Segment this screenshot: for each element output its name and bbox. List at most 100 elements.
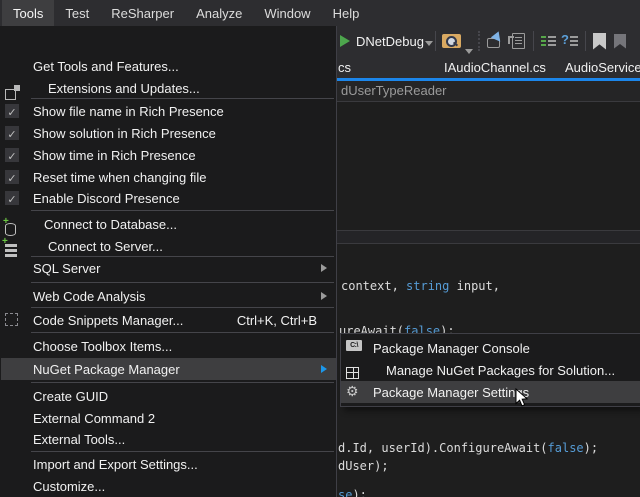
document-tab-partial[interactable]: cs bbox=[338, 60, 351, 75]
menu-item-label: Extensions and Updates... bbox=[48, 81, 200, 96]
menu-item-label: Manage NuGet Packages for Solution... bbox=[386, 363, 615, 378]
menubar-item-tools[interactable]: Tools bbox=[2, 0, 54, 26]
submenu-item-package-manager-settings[interactable]: ⚙ Package Manager Settings bbox=[341, 381, 640, 403]
checkmark-icon bbox=[5, 126, 19, 140]
find-in-files-button[interactable] bbox=[442, 25, 461, 57]
visual-studio-window: context, string input, ureAwait(false); … bbox=[0, 0, 640, 497]
menu-item-label: Enable Discord Presence bbox=[33, 191, 180, 206]
menu-item-connect-to-database[interactable]: Connect to Database... bbox=[1, 213, 336, 235]
standard-toolbar: DNetDebug bbox=[337, 25, 640, 57]
menu-item-show-solution[interactable]: Show solution in Rich Presence bbox=[1, 122, 336, 144]
menu-item-extensions-and-updates[interactable]: Extensions and Updates... bbox=[1, 77, 336, 99]
menu-item-label: Customize... bbox=[33, 479, 105, 494]
code-line: dUser); bbox=[338, 458, 389, 474]
bookmark-icon bbox=[593, 33, 606, 50]
code-editor[interactable]: context, string input, ureAwait(false); … bbox=[337, 101, 640, 497]
menu-item-create-guid[interactable]: Create GUID bbox=[1, 385, 336, 407]
menu-item-reset-time[interactable]: Reset time when changing file bbox=[1, 166, 336, 188]
menu-item-label: External Command 2 bbox=[33, 411, 155, 426]
chevron-down-icon bbox=[425, 41, 433, 46]
menu-item-label: SQL Server bbox=[33, 261, 100, 276]
menu-separator bbox=[31, 210, 334, 211]
uncomment-lines-button[interactable] bbox=[561, 25, 578, 57]
submenu-item-manage-nuget-packages[interactable]: Manage NuGet Packages for Solution... bbox=[341, 359, 640, 381]
checkmark-icon bbox=[5, 170, 19, 184]
menubar-item-resharper[interactable]: ReSharper bbox=[100, 0, 185, 26]
editor-breadcrumb-bar[interactable]: dUserTypeReader bbox=[337, 81, 640, 101]
toolbar-separator bbox=[533, 31, 534, 51]
menu-item-label: Choose Toolbox Items... bbox=[33, 339, 172, 354]
document-tab-iaudiochannel[interactable]: IAudioChannel.cs bbox=[444, 60, 546, 75]
menu-item-customize[interactable]: Customize... bbox=[1, 475, 336, 497]
menu-item-code-snippets-manager[interactable]: Code Snippets Manager... Ctrl+K, Ctrl+B bbox=[1, 309, 336, 331]
menu-item-nuget-package-manager[interactable]: NuGet Package Manager bbox=[1, 358, 336, 380]
menu-item-show-time[interactable]: Show time in Rich Presence bbox=[1, 144, 336, 166]
code-line: se); bbox=[338, 487, 367, 497]
package-icon bbox=[346, 367, 359, 379]
menu-item-external-command-2[interactable]: External Command 2 bbox=[1, 407, 336, 429]
menu-item-import-export-settings[interactable]: Import and Export Settings... bbox=[1, 453, 336, 475]
select-element-button[interactable] bbox=[487, 25, 505, 57]
menu-item-label: Get Tools and Features... bbox=[33, 59, 179, 74]
mouse-cursor bbox=[515, 388, 529, 411]
chevron-right-icon bbox=[321, 365, 327, 373]
menubar-item-help[interactable]: Help bbox=[322, 0, 371, 26]
breadcrumb-text: dUserTypeReader bbox=[341, 83, 447, 98]
menu-separator bbox=[31, 282, 334, 283]
tools-menu-popup: Get Tools and Features... Extensions and… bbox=[0, 26, 337, 497]
document-edit-icon bbox=[512, 33, 525, 49]
menu-separator bbox=[31, 98, 334, 99]
menu-item-label: Create GUID bbox=[33, 389, 108, 404]
gear-icon: ⚙ bbox=[346, 384, 361, 399]
menu-item-enable-discord-presence[interactable]: Enable Discord Presence bbox=[1, 187, 336, 209]
previous-bookmark-icon bbox=[614, 34, 626, 49]
menu-item-label: Package Manager Settings bbox=[373, 385, 529, 400]
menu-item-label: Connect to Database... bbox=[44, 217, 177, 232]
debug-target-dropdown[interactable] bbox=[425, 25, 433, 57]
find-in-files-icon bbox=[442, 34, 461, 48]
snippets-icon bbox=[5, 313, 18, 326]
toolbar-separator bbox=[435, 31, 436, 51]
checkmark-icon bbox=[5, 104, 19, 118]
play-icon bbox=[340, 35, 350, 47]
menu-separator bbox=[31, 382, 334, 383]
console-icon: C:\ bbox=[346, 340, 362, 351]
checkmark-icon bbox=[5, 148, 19, 162]
menubar-item-analyze[interactable]: Analyze bbox=[185, 0, 253, 26]
code-line: d.Id, userId).ConfigureAwait(false); bbox=[338, 440, 598, 456]
menu-separator bbox=[31, 451, 334, 452]
comment-lines-button[interactable] bbox=[541, 25, 556, 57]
previous-bookmark-button[interactable] bbox=[614, 25, 626, 57]
database-icon bbox=[5, 223, 16, 236]
menu-item-label: Package Manager Console bbox=[373, 341, 530, 356]
menu-shortcut: Ctrl+K, Ctrl+B bbox=[237, 313, 317, 328]
menu-item-show-file-name[interactable]: Show file name in Rich Presence bbox=[1, 100, 336, 122]
edit-document-button[interactable] bbox=[512, 25, 525, 57]
start-debug-button[interactable] bbox=[340, 25, 350, 57]
menubar-item-test[interactable]: Test bbox=[54, 0, 100, 26]
chevron-right-icon bbox=[321, 292, 327, 300]
document-tab-well: cs IAudioChannel.cs AudioService.cs bbox=[337, 57, 640, 78]
document-tab-audioservice[interactable]: AudioService.cs bbox=[565, 60, 640, 75]
menu-item-web-code-analysis[interactable]: Web Code Analysis bbox=[1, 285, 336, 307]
nuget-submenu-popup: C:\ Package Manager Console Manage NuGet … bbox=[340, 333, 640, 407]
menu-bar: Tools Test ReSharper Analyze Window Help bbox=[0, 0, 640, 26]
debug-target-label[interactable]: DNetDebug bbox=[356, 25, 424, 57]
menu-item-label: External Tools... bbox=[33, 432, 125, 447]
chevron-down-icon bbox=[465, 49, 473, 54]
menu-item-sql-server[interactable]: SQL Server bbox=[1, 257, 336, 279]
toolbar-drag-handle[interactable] bbox=[478, 31, 480, 51]
menu-item-external-tools[interactable]: External Tools... bbox=[1, 428, 336, 450]
submenu-item-package-manager-console[interactable]: C:\ Package Manager Console bbox=[341, 337, 640, 359]
menu-item-label: Reset time when changing file bbox=[33, 170, 206, 185]
code-line: context, string input, bbox=[341, 278, 500, 294]
menu-item-get-tools-and-features[interactable]: Get Tools and Features... bbox=[1, 55, 336, 77]
menubar-item-window[interactable]: Window bbox=[253, 0, 321, 26]
menu-item-choose-toolbox-items[interactable]: Choose Toolbox Items... bbox=[1, 335, 336, 357]
menu-item-label: Connect to Server... bbox=[48, 239, 163, 254]
toggle-bookmark-button[interactable] bbox=[593, 25, 606, 57]
menu-item-label: Code Snippets Manager... bbox=[33, 313, 183, 328]
menu-item-label: Show solution in Rich Presence bbox=[33, 126, 216, 141]
menu-item-label: Show file name in Rich Presence bbox=[33, 104, 224, 119]
menu-item-connect-to-server[interactable]: Connect to Server... bbox=[1, 235, 336, 257]
